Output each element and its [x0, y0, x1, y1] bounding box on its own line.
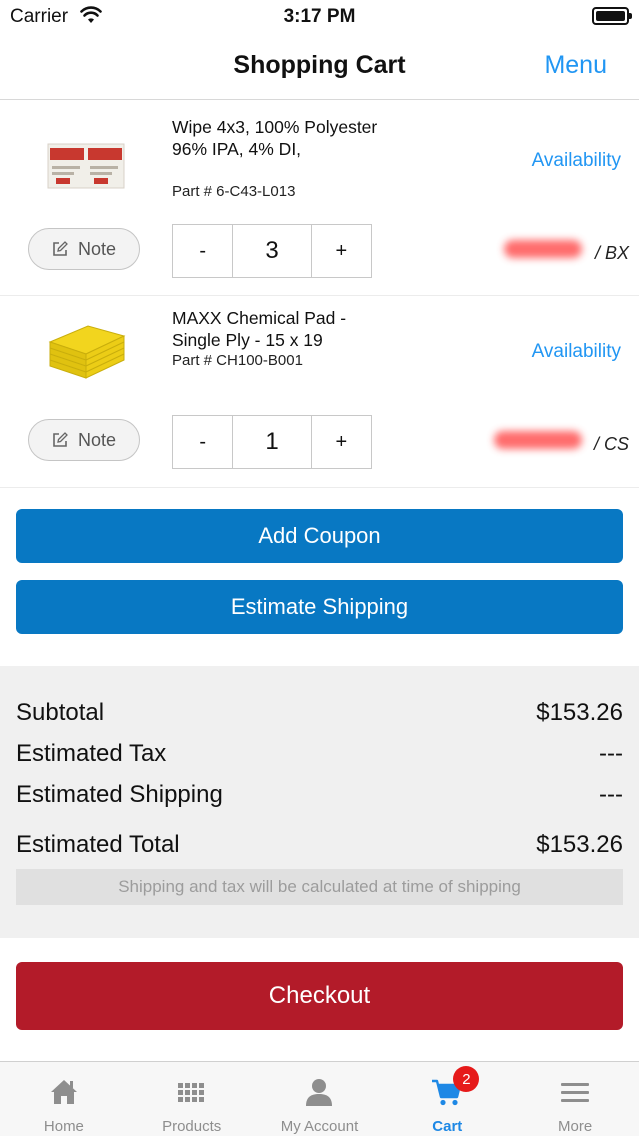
- tab-label: More: [557, 1118, 593, 1135]
- navigation-bar: Shopping Cart Menu: [0, 34, 639, 100]
- tab-bar: Home Products My Account 2 Cart More: [0, 1061, 639, 1136]
- hamburger-icon: [561, 1083, 590, 1102]
- tab-label: Home: [43, 1118, 84, 1135]
- note-label: Note: [77, 429, 117, 450]
- tab-products[interactable]: Products: [128, 1062, 256, 1136]
- quantity-stepper: - 3 +: [172, 224, 372, 278]
- subtotal-label: Subtotal: [16, 699, 105, 726]
- tab-cart[interactable]: 2 Cart: [383, 1062, 511, 1136]
- tab-label: Products: [162, 1118, 222, 1135]
- cart-item: MAXX Chemical Pad - Single Ply - 15 x 19…: [0, 296, 639, 488]
- estimate-shipping-button[interactable]: Estimate Shipping: [16, 580, 623, 634]
- menu-button[interactable]: Menu: [544, 51, 607, 80]
- note-label: Note: [77, 238, 117, 259]
- subtotal-row: Subtotal $153.26: [16, 699, 623, 727]
- home-icon: [50, 1080, 77, 1104]
- note-button[interactable]: Note: [28, 228, 140, 270]
- cart-item: Wipe 4x3, 100% Polyester 96% IPA, 4% DI,…: [0, 104, 639, 296]
- shipping-row: Estimated Shipping ---: [16, 781, 623, 809]
- total-value: $153.26: [536, 831, 623, 858]
- quantity-field[interactable]: 1: [232, 416, 312, 468]
- wipe-packet-thumbnail: [47, 143, 125, 189]
- checkout-button[interactable]: Checkout: [16, 962, 623, 1030]
- tab-my-account[interactable]: My Account: [256, 1062, 384, 1136]
- availability-link[interactable]: Availability: [532, 150, 621, 172]
- note-button[interactable]: Note: [28, 419, 140, 461]
- tab-more[interactable]: More: [511, 1062, 639, 1136]
- add-coupon-button[interactable]: Add Coupon: [16, 509, 623, 563]
- tax-value: ---: [599, 740, 623, 767]
- shipping-tax-note: Shipping and tax will be calculated at t…: [16, 869, 623, 905]
- decrement-button[interactable]: -: [173, 225, 232, 277]
- availability-link[interactable]: Availability: [532, 341, 621, 363]
- battery-icon: [592, 7, 632, 25]
- increment-button[interactable]: +: [312, 416, 371, 468]
- unit-label: / CS: [593, 434, 629, 454]
- total-label: Estimated Total: [16, 831, 180, 858]
- page-title: Shopping Cart: [233, 51, 406, 79]
- tab-home[interactable]: Home: [0, 1062, 128, 1136]
- grid-icon: [177, 1083, 204, 1102]
- tax-label: Estimated Tax: [16, 740, 167, 767]
- increment-button[interactable]: +: [312, 225, 371, 277]
- tab-label: My Account: [280, 1118, 359, 1135]
- edit-note-icon: [53, 241, 68, 256]
- redacted-price: [504, 240, 582, 258]
- total-row: Estimated Total $153.26: [16, 831, 623, 859]
- edit-note-icon: [53, 432, 68, 447]
- person-icon: [306, 1079, 333, 1106]
- item-title: MAXX Chemical Pad - Single Ply - 15 x 19: [172, 308, 347, 350]
- shipping-value: ---: [599, 781, 623, 808]
- yellow-pad-stack-thumbnail: [48, 325, 126, 379]
- item-title: Wipe 4x3, 100% Polyester 96% IPA, 4% DI,: [172, 117, 378, 159]
- redacted-price: [494, 431, 582, 449]
- tax-row: Estimated Tax ---: [16, 740, 623, 768]
- item-part-number: Part # CH100-B001: [172, 352, 303, 369]
- status-bar: Carrier 3:17 PM: [0, 0, 639, 34]
- subtotal-value: $153.26: [536, 699, 623, 726]
- item-part-number: Part # 6-C43-L013: [172, 183, 296, 200]
- quantity-field[interactable]: 3: [232, 225, 312, 277]
- status-time: 3:17 PM: [283, 6, 356, 27]
- decrement-button[interactable]: -: [173, 416, 232, 468]
- shipping-label: Estimated Shipping: [16, 781, 223, 808]
- quantity-stepper: - 1 +: [172, 415, 372, 469]
- order-summary: Subtotal $153.26 Estimated Tax --- Estim…: [0, 666, 639, 938]
- cart-count-badge: 2: [453, 1066, 480, 1092]
- unit-label: / BX: [594, 243, 629, 263]
- tab-label: Cart: [432, 1118, 463, 1135]
